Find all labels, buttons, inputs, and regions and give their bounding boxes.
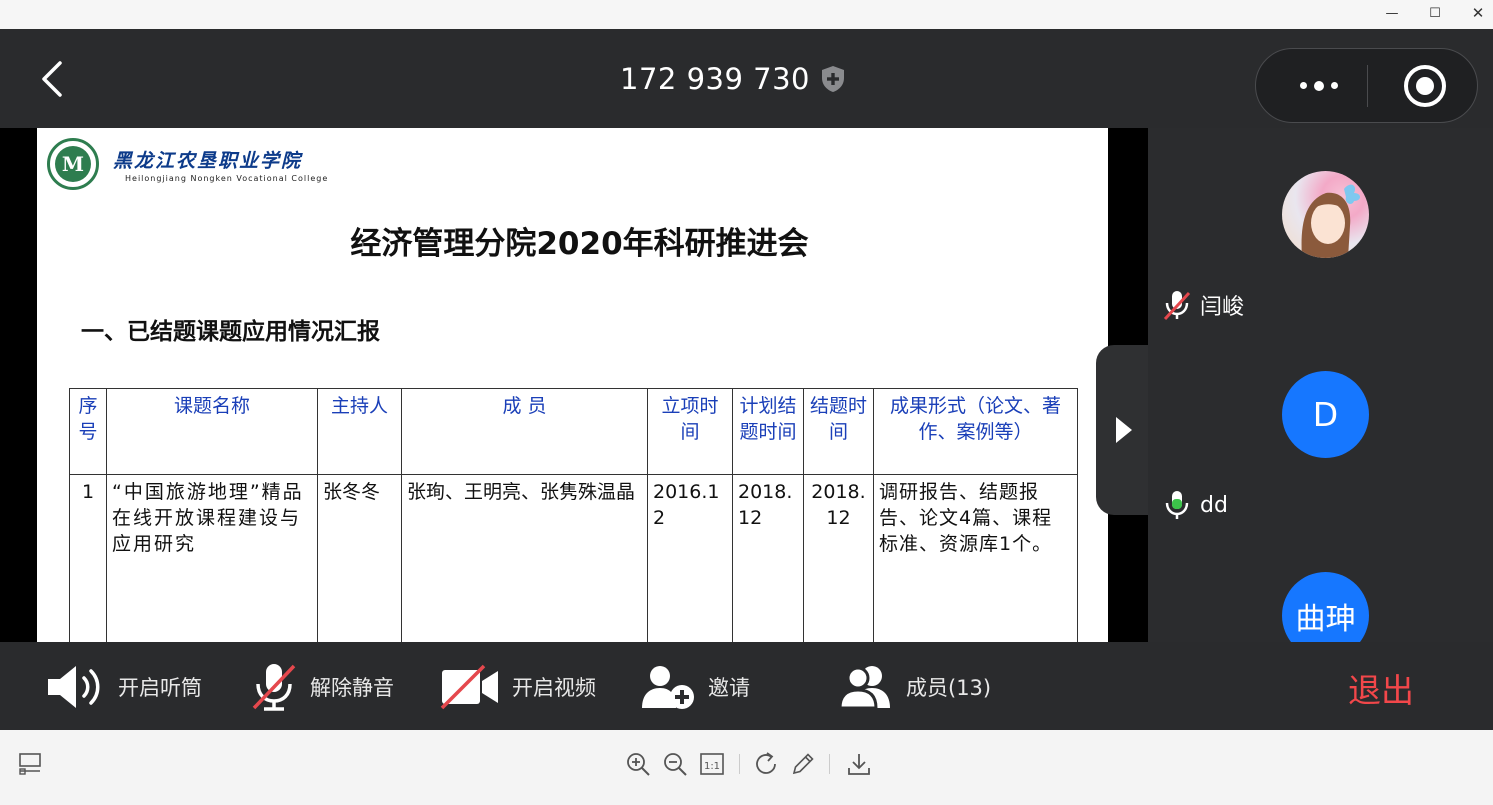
actual-size-icon[interactable]: 1:1 <box>698 750 726 778</box>
unmute-label: 解除静音 <box>310 676 394 700</box>
meeting-controls-bar: 开启听筒 解除静音 开启视频 邀请 成员(13) 退出 <box>0 642 1493 730</box>
table-cell: “中国旅游地理”精品在线开放课程建设与应用研究 <box>106 474 318 642</box>
column-header: 序号 <box>69 388 107 475</box>
members-icon <box>838 666 890 710</box>
window-title-bar: — ☐ ✕ <box>0 0 1493 29</box>
exit-meeting-button[interactable]: 退出 <box>1348 664 1414 712</box>
avatar[interactable]: 曲珅 <box>1282 572 1369 642</box>
shared-content-stage: M 黑龙江农垦职业学院 Heilongjiang Nongken Vocatio… <box>0 128 1148 642</box>
svg-text:1:1: 1:1 <box>704 761 720 772</box>
meeting-id-header[interactable]: 172 939 730 <box>620 59 846 99</box>
avatar[interactable] <box>1282 171 1369 258</box>
more-button[interactable] <box>1274 49 1364 122</box>
unmute-button[interactable]: 解除静音 <box>250 662 394 712</box>
participant-entry: dd <box>1162 488 1228 522</box>
table-row: 1 “中国旅游地理”精品在线开放课程建设与应用研究 张冬冬 张珣、王明亮、张隽殊… <box>69 474 1078 642</box>
back-chevron-icon <box>42 61 62 97</box>
invite-user-icon <box>642 666 694 709</box>
maximize-button[interactable]: ☐ <box>1413 0 1457 29</box>
play-arrow-icon <box>1116 417 1132 443</box>
close-window-button[interactable]: ✕ <box>1456 0 1493 29</box>
zoom-out-icon[interactable] <box>661 750 689 778</box>
rotate-icon[interactable] <box>753 750 781 778</box>
column-header: 结题时间 <box>803 388 874 475</box>
toolbar-divider <box>829 754 830 774</box>
speaker-label: 开启听筒 <box>118 676 202 700</box>
mic-muted-icon <box>252 664 296 711</box>
members-label: 成员(13) <box>906 676 992 700</box>
college-name-en: Heilongjiang Nongken Vocational College <box>125 174 329 183</box>
viewer-toolbar: 1:1 <box>0 730 1493 805</box>
invite-button[interactable]: 邀请 <box>640 662 750 712</box>
table-cell: 2016.12 <box>647 474 733 642</box>
slide-title: 经济管理分院2020年科研推进会 <box>350 226 809 262</box>
mic-active-icon <box>1165 491 1189 519</box>
table-cell: 2018.12 <box>803 474 874 642</box>
participants-panel: 闫峻 D dd 曲珅 <box>1148 128 1493 642</box>
start-video-button[interactable]: 开启视频 <box>440 662 596 712</box>
toolbar-divider <box>739 754 740 774</box>
avatar-text: 曲珅 <box>1295 601 1356 637</box>
edit-icon[interactable] <box>789 750 817 778</box>
college-name-cn: 黑龙江农垦职业学院 <box>113 150 303 172</box>
column-header: 成果形式（论文、著作、案例等） <box>873 388 1078 475</box>
table-cell: 张冬冬 <box>317 474 402 642</box>
minimize-button[interactable]: — <box>1370 0 1414 29</box>
column-header: 成 员 <box>401 388 648 475</box>
zoom-in-icon[interactable] <box>624 750 652 778</box>
speaker-button[interactable]: 开启听筒 <box>46 662 202 712</box>
shield-plus-icon <box>822 66 844 92</box>
meeting-id: 172 939 730 <box>620 62 810 96</box>
table-cell: 2018.12 <box>732 474 804 642</box>
participant-name: dd <box>1200 492 1228 518</box>
capsule-divider <box>1367 65 1368 107</box>
column-header: 计划结题时间 <box>732 388 804 475</box>
back-button[interactable] <box>36 59 72 99</box>
more-dots-icon <box>1300 80 1338 91</box>
column-header: 主持人 <box>317 388 402 475</box>
video-label: 开启视频 <box>512 676 596 700</box>
invite-label: 邀请 <box>708 676 750 700</box>
report-table: 序号 课题名称 主持人 成 员 立项时间 计划结题时间 结题时间 成果形式（论文… <box>69 388 1078 642</box>
members-button[interactable]: 成员(13) <box>838 662 991 712</box>
mic-muted-icon <box>1163 291 1191 321</box>
table-cell: 张珣、王明亮、张隽殊温晶 <box>401 474 648 642</box>
avatar[interactable]: D <box>1282 371 1369 458</box>
column-header: 立项时间 <box>647 388 733 475</box>
avatar-letter: D <box>1312 395 1339 434</box>
participant-entry: 闫峻 <box>1162 288 1244 322</box>
video-off-icon <box>440 664 498 710</box>
download-icon[interactable] <box>845 750 873 778</box>
college-logo: M <box>47 138 99 190</box>
meeting-top-bar: 172 939 730 <box>0 29 1493 128</box>
thumbnail-icon[interactable] <box>17 750 45 778</box>
section-title: 一、已结题课题应用情况汇报 <box>81 319 380 345</box>
participant-name: 闫峻 <box>1200 295 1245 320</box>
table-cell: 调研报告、结题报告、论文4篇、课程标准、资源库1个。 <box>873 474 1078 642</box>
toggle-panel-button[interactable] <box>1096 345 1148 515</box>
speaker-icon <box>48 666 100 708</box>
portrait-avatar-icon <box>1301 184 1360 258</box>
shared-slide: M 黑龙江农垦职业学院 Heilongjiang Nongken Vocatio… <box>37 128 1108 642</box>
record-icon[interactable] <box>1404 65 1446 107</box>
column-header: 课题名称 <box>106 388 318 475</box>
table-header-row: 序号 课题名称 主持人 成 员 立项时间 计划结题时间 结题时间 成果形式（论文… <box>69 388 1078 475</box>
table-cell: 1 <box>69 474 107 642</box>
top-actions-capsule <box>1255 48 1478 123</box>
